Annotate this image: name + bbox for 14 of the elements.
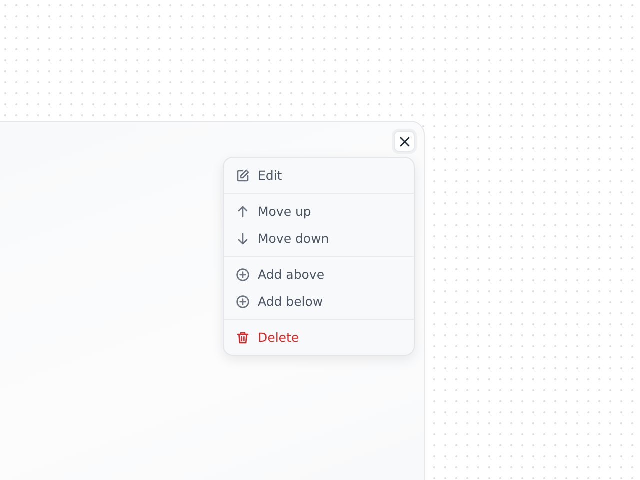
menu-item[interactable]: Add below xyxy=(224,288,414,315)
close-icon xyxy=(400,136,410,146)
arrow-up-icon xyxy=(236,204,250,218)
menu-item[interactable]: Move down xyxy=(224,225,414,252)
menu-item[interactable]: Delete xyxy=(224,324,414,351)
menu-item[interactable]: Edit xyxy=(224,162,414,189)
arrow-down-icon xyxy=(236,232,250,246)
menu-item[interactable]: Move up xyxy=(224,198,414,225)
plus-circle-icon xyxy=(236,294,250,308)
pencil-square-icon xyxy=(236,168,250,182)
plus-circle-icon xyxy=(236,268,250,282)
close-button[interactable] xyxy=(394,131,415,152)
menu-item[interactable]: Add above xyxy=(224,261,414,288)
trash-icon xyxy=(236,330,250,344)
